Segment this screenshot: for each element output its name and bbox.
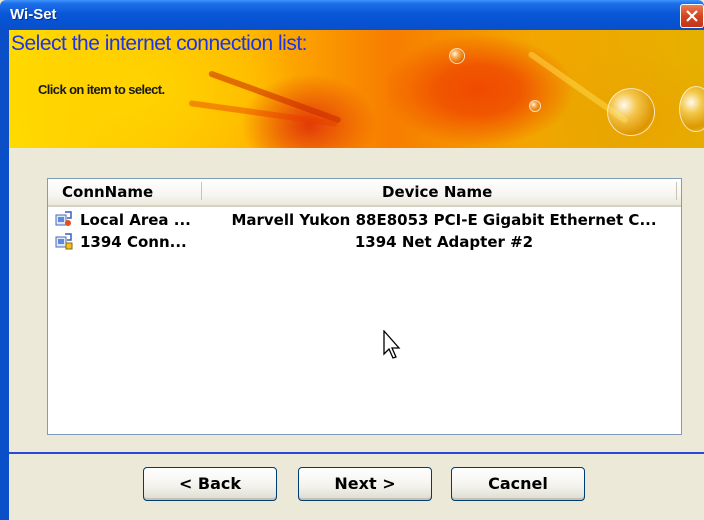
- cancel-button[interactable]: Cacnel: [451, 467, 585, 501]
- cancel-button-label: Cacnel: [488, 474, 548, 493]
- column-divider[interactable]: [201, 182, 202, 200]
- close-button[interactable]: [680, 4, 704, 28]
- header-banner: Select the internet connection list: Cli…: [9, 30, 704, 148]
- column-divider[interactable]: [676, 182, 677, 200]
- mouse-cursor-icon: [383, 330, 401, 359]
- conn-name: Local Area ...: [80, 211, 191, 229]
- network-connection-icon: [55, 211, 72, 226]
- water-drop-decoration: [679, 86, 704, 132]
- back-button-label: < Back: [178, 474, 242, 493]
- next-button[interactable]: Next >: [298, 467, 432, 501]
- device-name: Marvell Yukon 88E8053 PCI-E Gigabit Ethe…: [231, 211, 657, 229]
- water-drop-decoration: [607, 88, 655, 136]
- device-name: 1394 Net Adapter #2: [354, 233, 534, 251]
- column-header-connname[interactable]: ConnName: [62, 183, 153, 201]
- column-header-device-name[interactable]: Device Name: [382, 183, 492, 201]
- list-item[interactable]: 1394 Conn... 1394 Net Adapter #2: [50, 231, 678, 253]
- list-header: ConnName Device Name: [48, 179, 681, 207]
- footer-separator: [9, 452, 704, 454]
- water-drop-decoration: [449, 48, 465, 64]
- next-button-label: Next >: [334, 474, 396, 493]
- title-bar[interactable]: Wi-Set: [0, 0, 704, 30]
- page-subtitle: Click on item to select.: [38, 82, 165, 97]
- network-connection-icon: [55, 233, 73, 250]
- back-button[interactable]: < Back: [143, 467, 277, 501]
- conn-name: 1394 Conn...: [80, 233, 187, 251]
- connection-list[interactable]: ConnName Device Name Local Area ... Marv…: [47, 178, 682, 435]
- window-left-border: [0, 30, 9, 520]
- list-item[interactable]: Local Area ... Marvell Yukon 88E8053 PCI…: [50, 209, 678, 231]
- window-title: Wi-Set: [10, 6, 57, 23]
- close-icon: [686, 10, 698, 22]
- page-title: Select the internet connection list:: [11, 32, 308, 55]
- water-drop-decoration: [529, 100, 541, 112]
